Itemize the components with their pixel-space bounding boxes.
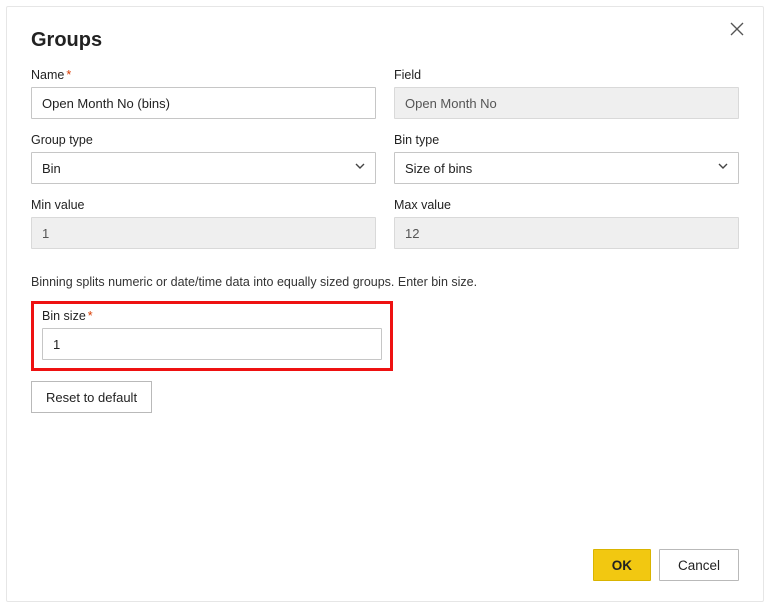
max-value-input: [394, 217, 739, 249]
dialog-title: Groups: [31, 29, 739, 52]
bin-type-label: Bin type: [394, 133, 739, 147]
bin-type-select[interactable]: [394, 152, 739, 184]
group-type-select[interactable]: [31, 152, 376, 184]
ok-button[interactable]: OK: [593, 549, 651, 581]
field-field: Field: [394, 68, 739, 119]
name-label-text: Name: [31, 68, 64, 82]
required-asterisk: *: [88, 309, 93, 323]
bin-size-label-text: Bin size: [42, 309, 86, 323]
field-bin-type: Bin type: [394, 133, 739, 184]
field-input: [394, 87, 739, 119]
groups-dialog: Groups Name* Field Group type B: [6, 6, 764, 602]
field-group-type: Group type: [31, 133, 376, 184]
group-type-label: Group type: [31, 133, 376, 147]
bin-size-label: Bin size*: [42, 309, 382, 323]
reset-to-default-button[interactable]: Reset to default: [31, 381, 152, 413]
min-value-label: Min value: [31, 198, 376, 212]
name-input[interactable]: [31, 87, 376, 119]
field-label: Field: [394, 68, 739, 82]
bin-size-highlight: Bin size*: [31, 301, 393, 371]
close-icon: [730, 22, 744, 41]
dialog-footer: OK Cancel: [593, 549, 739, 581]
close-button[interactable]: [725, 19, 749, 43]
max-value-label: Max value: [394, 198, 739, 212]
form-grid: Name* Field Group type Bin type: [31, 68, 739, 249]
name-label: Name*: [31, 68, 376, 82]
min-value-input: [31, 217, 376, 249]
bin-size-input[interactable]: [42, 328, 382, 360]
binning-description: Binning splits numeric or date/time data…: [31, 275, 739, 289]
cancel-button[interactable]: Cancel: [659, 549, 739, 581]
field-name: Name*: [31, 68, 376, 119]
required-asterisk: *: [66, 68, 71, 82]
field-min-value: Min value: [31, 198, 376, 249]
field-max-value: Max value: [394, 198, 739, 249]
